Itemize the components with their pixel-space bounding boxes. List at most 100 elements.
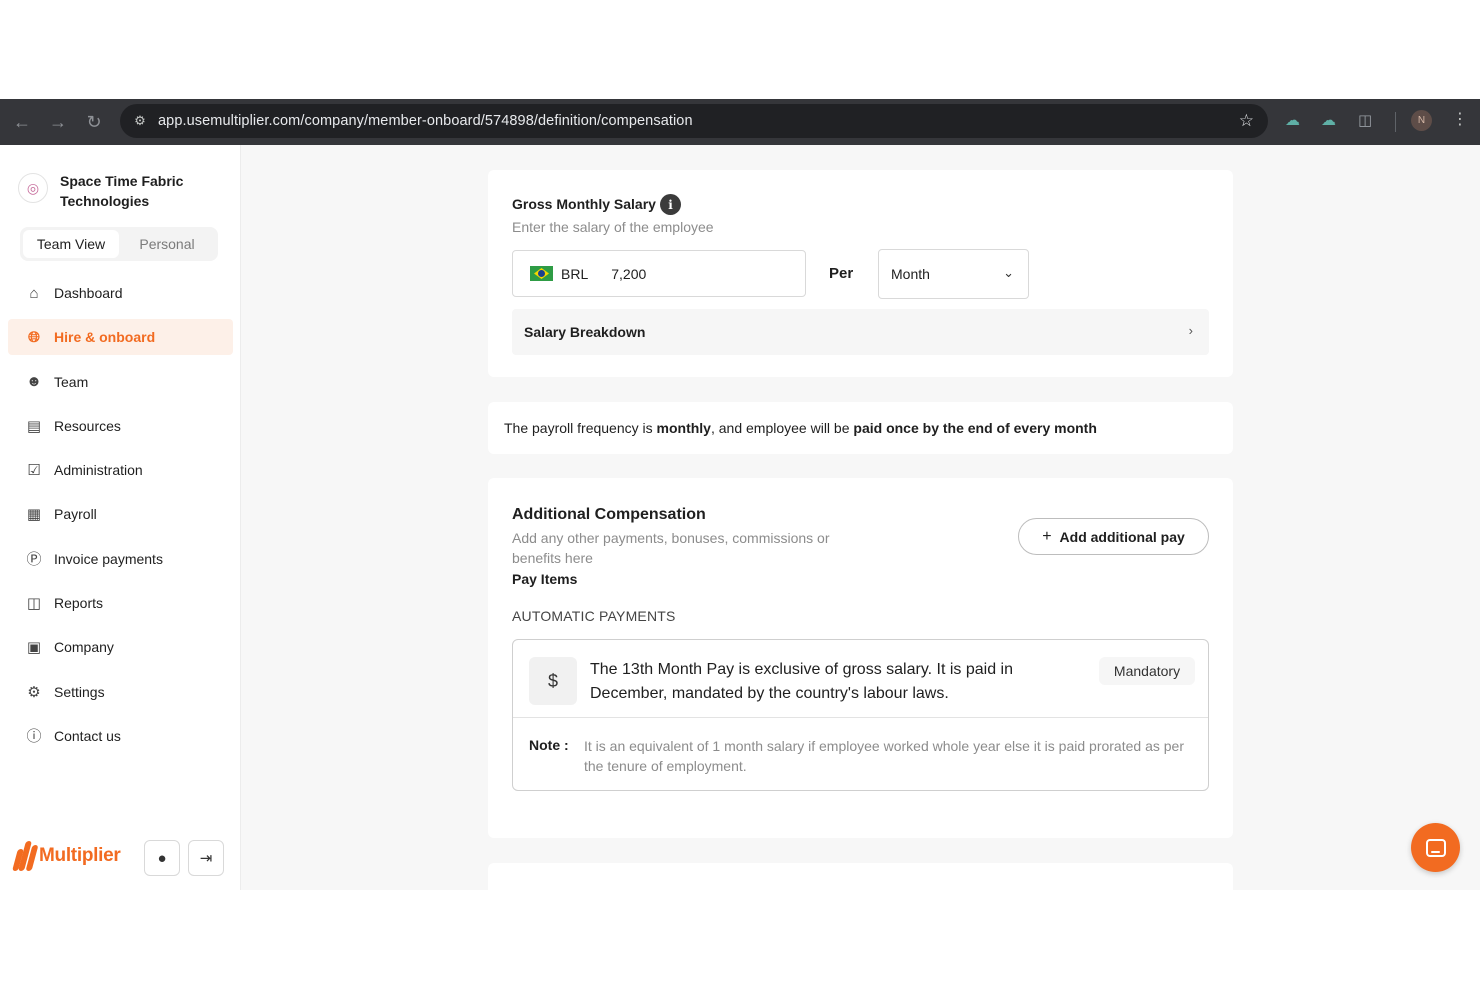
home-icon: ⌂ bbox=[29, 284, 39, 302]
site-settings-icon[interactable]: ⚙ bbox=[130, 113, 150, 129]
sidebar-item-payroll[interactable]: ▦ Payroll bbox=[8, 496, 233, 532]
personal-view-tab[interactable]: Personal bbox=[119, 230, 215, 258]
sidebar-item-hire-onboard[interactable]: 🌐︎ Hire & onboard bbox=[8, 319, 233, 356]
profile-avatar[interactable]: N bbox=[1411, 110, 1432, 131]
payroll-frequency-note: The payroll frequency is monthly, and em… bbox=[488, 402, 1233, 454]
payroll-note-middle: , and employee will be bbox=[710, 420, 850, 436]
multiplier-mark-icon bbox=[12, 841, 39, 871]
sidebar-item-settings[interactable]: ⚙ Settings bbox=[8, 674, 233, 710]
calendar-icon: ▦ bbox=[26, 506, 42, 524]
multiplier-logo: Multiplier bbox=[12, 841, 121, 871]
extension-cloud-sync-icon[interactable]: ☁ bbox=[1321, 111, 1336, 129]
user-profile-button[interactable]: ● bbox=[144, 840, 180, 876]
salary-subtitle: Enter the salary of the employee bbox=[512, 219, 714, 235]
app-window: ◎ Space Time Fabric Technologies Team Vi… bbox=[0, 145, 1480, 890]
plus-icon: + bbox=[1042, 527, 1052, 545]
sidebar: ◎ Space Time Fabric Technologies Team Vi… bbox=[0, 145, 241, 890]
payroll-frequency: monthly bbox=[656, 420, 711, 436]
help-icon: ⓘ bbox=[26, 728, 42, 746]
pay-period-value: Month bbox=[891, 266, 930, 282]
logout-icon: ⇥ bbox=[199, 850, 213, 867]
sidebar-item-label: Dashboard bbox=[54, 285, 123, 301]
sidebar-item-label: Contact us bbox=[54, 727, 121, 744]
sidebar-footer: Multiplier ● ⇥ bbox=[0, 825, 241, 890]
brand-name: Multiplier bbox=[39, 845, 121, 866]
team-view-tab[interactable]: Team View bbox=[23, 230, 119, 258]
salary-title: Gross Monthly Salary bbox=[512, 196, 656, 212]
team-icon: ☻ bbox=[26, 373, 42, 391]
currency-code: BRL bbox=[561, 265, 589, 282]
sidebar-item-administration[interactable]: ☑ Administration bbox=[8, 452, 233, 488]
org-name: Space Time Fabric Technologies bbox=[60, 173, 184, 209]
chevron-down-icon: ⌄ bbox=[1003, 265, 1014, 280]
sidebar-item-reports[interactable]: ◫ Reports bbox=[8, 585, 233, 621]
top-margin bbox=[0, 0, 1480, 99]
salary-breakdown-row[interactable]: Salary Breakdown › bbox=[512, 309, 1209, 355]
brazil-flag-icon bbox=[530, 266, 553, 281]
thirteenth-month-pay-item: $ The 13th Month Pay is exclusive of gro… bbox=[512, 639, 1209, 791]
extensions-puzzle-icon[interactable]: ◫ bbox=[1358, 111, 1372, 129]
sidebar-item-contact-us[interactable]: ⓘ Contact us bbox=[8, 718, 233, 754]
dollar-circle-icon: Ⓟ bbox=[26, 551, 42, 569]
salary-breakdown-label: Salary Breakdown bbox=[524, 324, 646, 340]
sidebar-item-label: Team bbox=[54, 373, 89, 390]
sidebar-item-label: Invoice payments bbox=[54, 550, 163, 567]
next-card-partial bbox=[488, 863, 1233, 890]
automatic-payments-label: AUTOMATIC PAYMENTS bbox=[512, 608, 676, 624]
info-icon[interactable]: i bbox=[660, 194, 681, 215]
note-label: Note : bbox=[529, 737, 569, 753]
sidebar-item-company[interactable]: ▣ Company bbox=[8, 629, 233, 665]
user-icon: ● bbox=[157, 849, 167, 867]
sidebar-item-label: Settings bbox=[54, 683, 105, 700]
per-label: Per bbox=[829, 265, 854, 282]
add-additional-pay-label: Add additional pay bbox=[1059, 528, 1185, 545]
additional-compensation-card: Additional Compensation Add any other pa… bbox=[488, 478, 1233, 838]
browser-menu-icon[interactable]: ⋮ bbox=[1452, 109, 1468, 129]
bookmark-star-icon[interactable]: ☆ bbox=[1239, 111, 1254, 131]
extension-cloud-icon[interactable]: ☁ bbox=[1285, 111, 1300, 129]
reload-icon[interactable]: ↻ bbox=[76, 104, 112, 140]
chat-support-button[interactable] bbox=[1411, 823, 1460, 872]
dollar-icon: $ bbox=[529, 657, 577, 705]
sidebar-menu: ⌂ Dashboard 🌐︎ Hire & onboard ☻ Team ▤ R… bbox=[8, 275, 233, 762]
sidebar-item-label: Hire & onboard bbox=[54, 329, 156, 346]
sidebar-item-dashboard[interactable]: ⌂ Dashboard bbox=[8, 275, 233, 311]
pay-item-header: $ The 13th Month Pay is exclusive of gro… bbox=[513, 640, 1208, 718]
sidebar-item-label: Administration bbox=[54, 462, 143, 479]
add-additional-pay-button[interactable]: + Add additional pay bbox=[1018, 518, 1209, 555]
pay-period-select[interactable]: Month ⌄ bbox=[878, 249, 1029, 299]
clipboard-check-icon: ☑ bbox=[27, 462, 41, 480]
toolbar-divider bbox=[1395, 112, 1396, 132]
address-bar[interactable]: ⚙ app.usemultiplier.com/company/member-o… bbox=[120, 104, 1268, 138]
sidebar-item-label: Reports bbox=[54, 595, 104, 612]
note-text: It is an equivalent of 1 month salary if… bbox=[584, 738, 1184, 774]
org-header: ◎ Space Time Fabric Technologies bbox=[18, 171, 200, 211]
chevron-right-icon: › bbox=[1188, 323, 1193, 338]
sidebar-item-resources[interactable]: ▤ Resources bbox=[8, 408, 233, 444]
url-text[interactable]: app.usemultiplier.com/company/member-onb… bbox=[158, 113, 693, 129]
sidebar-item-invoice-payments[interactable]: Ⓟ Invoice payments bbox=[8, 541, 233, 577]
chat-icon bbox=[1425, 838, 1446, 857]
payroll-note-prefix: The payroll frequency is bbox=[504, 420, 653, 436]
mandatory-badge: Mandatory bbox=[1099, 657, 1195, 685]
forward-arrow-icon[interactable]: → bbox=[40, 104, 76, 140]
back-arrow-icon[interactable]: ← bbox=[4, 104, 40, 140]
pay-item-description: The 13th Month Pay is exclusive of gross… bbox=[590, 661, 1014, 702]
view-toggle: Team View Personal bbox=[20, 227, 218, 261]
org-logo-icon: ◎ bbox=[18, 173, 48, 203]
sidebar-item-label: Company bbox=[54, 639, 114, 656]
resources-icon: ▤ bbox=[26, 417, 42, 435]
browser-toolbar: ← → ↻ ⚙ app.usemultiplier.com/company/me… bbox=[0, 99, 1480, 145]
logout-button[interactable]: ⇥ bbox=[188, 840, 224, 876]
sidebar-item-team[interactable]: ☻ Team bbox=[8, 364, 233, 400]
salary-amount-value[interactable]: 7,200 bbox=[611, 266, 646, 282]
salary-amount-input[interactable]: BRL 7,200 bbox=[512, 250, 806, 297]
additional-compensation-subtitle: Add any other payments, bonuses, commiss… bbox=[512, 530, 830, 566]
bottom-margin bbox=[0, 890, 1480, 987]
payroll-schedule: paid once by the end of every month bbox=[853, 420, 1097, 436]
additional-compensation-title: Additional Compensation bbox=[512, 506, 706, 523]
sidebar-item-label: Resources bbox=[54, 417, 121, 434]
salary-card: Gross Monthly Salary i Enter the salary … bbox=[488, 170, 1233, 377]
sidebar-item-label: Payroll bbox=[54, 506, 97, 523]
gear-icon: ⚙ bbox=[27, 683, 41, 701]
